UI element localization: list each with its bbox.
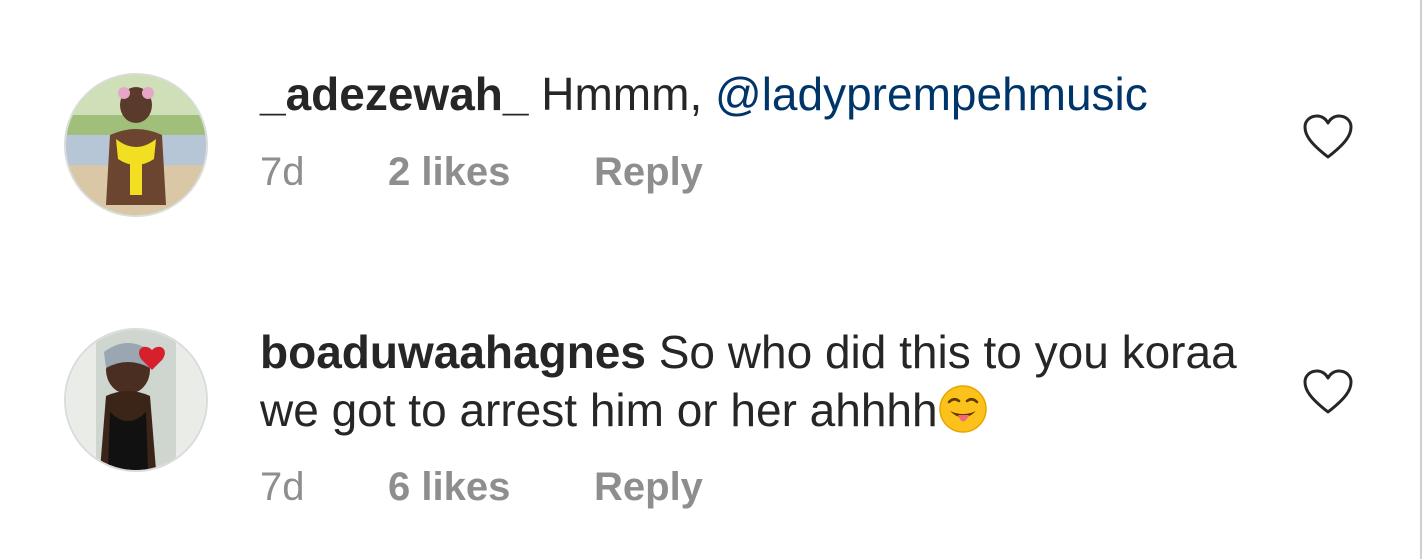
commenter-avatar[interactable] <box>64 328 208 472</box>
comment-text: Hmmm, <box>541 68 703 120</box>
comment-item: _adezewah_ Hmmm, @ladyprempehmusic 7d 2 l… <box>0 0 1410 250</box>
comment-likes-link[interactable]: 2 likes <box>388 148 594 196</box>
screen-edge <box>1420 0 1422 559</box>
commenter-avatar[interactable] <box>64 73 208 217</box>
comment-meta: 7d 2 likes Reply <box>260 148 703 196</box>
comment-time: 7d <box>260 465 305 509</box>
avatar-photo <box>66 75 206 215</box>
reply-button[interactable]: Reply <box>594 148 703 196</box>
avatar-photo <box>66 330 206 470</box>
comment-username[interactable]: _adezewah_ <box>260 68 528 120</box>
comment-meta: 7d 6 likes Reply <box>260 463 703 511</box>
comment-likes-link[interactable]: 6 likes <box>388 463 594 511</box>
comment-body: boaduwaahagnes So who did this to you ko… <box>260 323 1260 439</box>
comment-item: boaduwaahagnes So who did this to you ko… <box>0 250 1410 559</box>
comment-time: 7d <box>260 150 305 194</box>
comment-username[interactable]: boaduwaahagnes <box>260 326 646 378</box>
winking-tongue-emoji-icon <box>938 385 987 433</box>
reply-button[interactable]: Reply <box>594 463 703 511</box>
heart-outline-icon[interactable] <box>1302 113 1354 161</box>
comment-body: _adezewah_ Hmmm, @ladyprempehmusic <box>260 65 1260 123</box>
heart-outline-icon[interactable] <box>1302 368 1354 416</box>
comment-mention-link[interactable]: @ladyprempehmusic <box>715 68 1148 120</box>
